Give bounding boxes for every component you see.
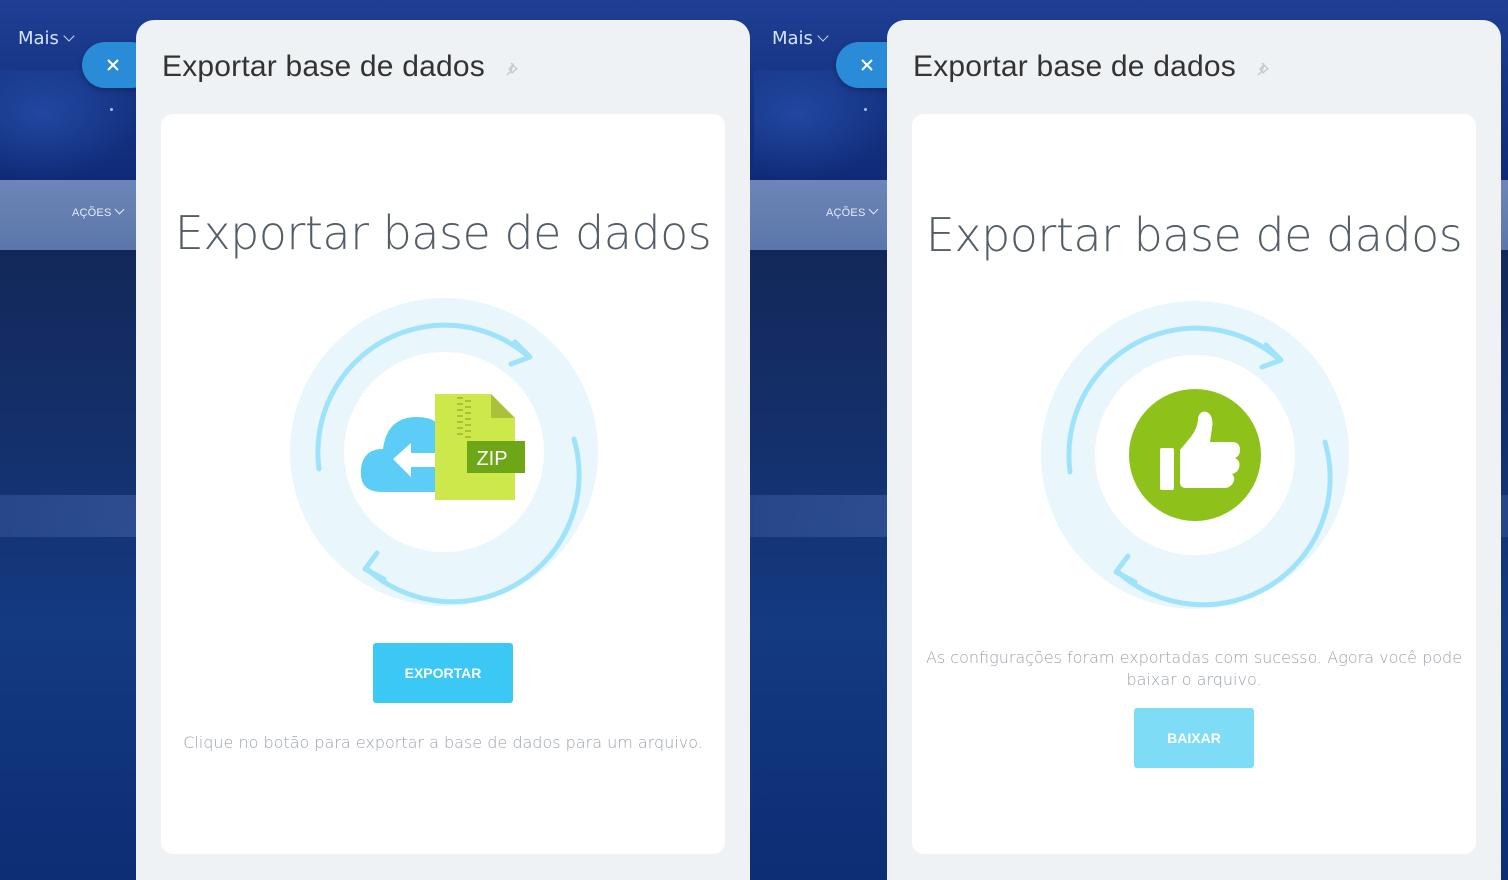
export-hint: Clique no botão para exportar a base de … — [183, 733, 703, 752]
export-slider-pane-initial: Mais AÇÕES Exportar base de dados Export… — [0, 0, 754, 880]
download-button[interactable]: BAIXAR — [1134, 708, 1254, 768]
background-dot — [864, 108, 867, 111]
export-button-label: EXPORTAR — [404, 665, 482, 681]
menu-more[interactable]: Mais — [772, 28, 829, 49]
background-dot — [110, 108, 113, 111]
thumbs-up-success-icon — [1041, 301, 1349, 609]
download-button-label: BAIXAR — [1167, 730, 1221, 746]
menu-more[interactable]: Mais — [18, 28, 75, 49]
menu-more-label: Mais — [18, 28, 59, 49]
success-message-line-2: baixar o arquivo. — [1126, 670, 1262, 689]
actions-menu[interactable]: AÇÕES — [826, 204, 878, 219]
slider-title: Exportar base de dados — [162, 50, 485, 83]
chevron-down-icon — [114, 204, 124, 215]
success-message-line-1: As configurações foram exportadas com su… — [925, 648, 1463, 667]
card-title: Exportar base de dados — [925, 208, 1463, 262]
chevron-down-icon — [63, 30, 75, 42]
export-slider: Exportar base de dados Exportar base de … — [136, 20, 750, 880]
export-slider-pane-success: Mais AÇÕES Exportar base de dados Export… — [754, 0, 1508, 880]
chevron-down-icon — [868, 204, 878, 215]
export-button[interactable]: EXPORTAR — [373, 643, 513, 703]
zip-label: ZIP — [476, 448, 507, 470]
actions-menu[interactable]: AÇÕES — [72, 204, 124, 219]
pin-icon[interactable] — [504, 60, 522, 78]
chevron-down-icon — [817, 30, 829, 42]
actions-label: AÇÕES — [72, 207, 112, 219]
pin-icon[interactable] — [1255, 60, 1273, 78]
close-icon — [861, 59, 873, 71]
card-title: Exportar base de dados — [174, 206, 712, 260]
menu-more-label: Mais — [772, 28, 813, 49]
success-card: Exportar base de dados As configurações … — [912, 114, 1476, 854]
close-icon — [107, 59, 119, 71]
export-slider: Exportar base de dados Exportar base de … — [887, 20, 1501, 880]
export-card: Exportar base de dados ZIP EXPORTAR Cliq… — [161, 114, 725, 854]
cloud-zip-export-icon: ZIP — [290, 298, 598, 606]
success-message: As configurações foram exportadas com su… — [912, 647, 1476, 691]
actions-label: AÇÕES — [826, 207, 866, 219]
slider-title: Exportar base de dados — [913, 50, 1236, 83]
